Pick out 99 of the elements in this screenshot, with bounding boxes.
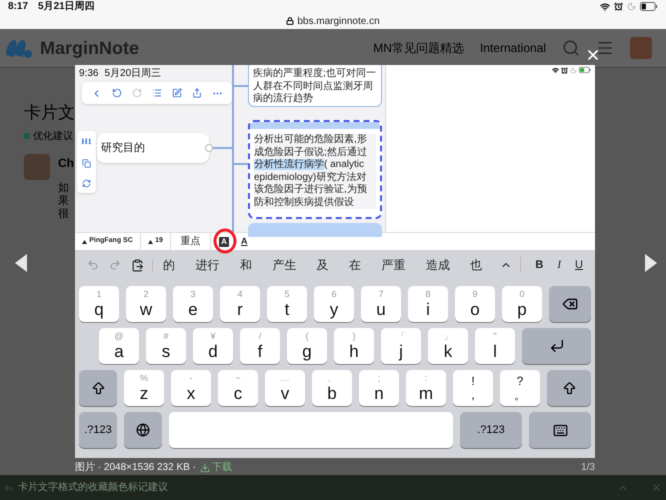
suggestion-word[interactable]: 和 (240, 256, 252, 274)
undo-icon[interactable] (112, 88, 122, 98)
image-info: 图片 · 2048×1536 232 KB · (75, 460, 196, 475)
post-text: 很 (58, 208, 70, 220)
suggestion-word[interactable]: 及 (316, 256, 329, 274)
footer-title[interactable]: 卡片文字格式的收藏颜色标记建议 (18, 480, 168, 495)
keyboard-key[interactable]: 」 k (428, 328, 468, 364)
keyboard-key[interactable]: @ a (99, 328, 139, 364)
url-text[interactable]: bbs.marginnote.cn (297, 14, 380, 28)
highlight-button[interactable]: A (219, 236, 229, 246)
status-time: 8:17 (8, 0, 28, 14)
heading-label[interactable]: H1 (81, 136, 92, 148)
suggestion-word[interactable]: 产生 (272, 256, 296, 274)
caret-icon (82, 240, 88, 244)
battery-icon (640, 2, 658, 11)
keyboard-key[interactable]: ? 。 (500, 370, 540, 406)
alarm-icon (614, 2, 623, 11)
next-arrow-icon[interactable] (645, 254, 657, 272)
topic-title: 卡片文 (24, 102, 75, 124)
mode-key[interactable]: .?123 (79, 412, 117, 448)
wifi-icon (552, 67, 559, 74)
moon-icon (570, 67, 577, 74)
suggestion-word[interactable]: 造成 (426, 256, 450, 274)
delete-key[interactable] (549, 286, 591, 322)
globe-icon (136, 423, 150, 437)
avatar-photo (24, 154, 50, 180)
root-node[interactable]: 研究目的 (97, 133, 209, 163)
list-icon[interactable] (152, 88, 162, 98)
moon-icon (627, 2, 636, 11)
author-name: Ch (58, 154, 74, 172)
keyboard-key[interactable]: # s (146, 328, 186, 364)
shift-key[interactable] (79, 370, 117, 406)
keyboard-icon (552, 422, 568, 438)
keyboard-key[interactable]: : m (406, 370, 446, 406)
suggestion-word[interactable]: 的 (163, 256, 176, 274)
previous-arrow-icon[interactable] (15, 254, 27, 272)
keyboard-key[interactable]: 1 q (79, 286, 119, 322)
keyboard-key[interactable]: ; n (359, 370, 399, 406)
format-toggle[interactable]: I (557, 256, 562, 274)
keyboard-key[interactable]: 8 i (408, 286, 448, 322)
keyboard-key[interactable]: ( g (287, 328, 327, 364)
format-toggle[interactable]: U (575, 256, 583, 274)
post-text: 如 (58, 182, 70, 194)
keyboard-key[interactable]: ) h (334, 328, 374, 364)
keyboard-key[interactable]: " l (475, 328, 515, 364)
card-text: 分析出可能的危险因素,形成危险因子假说;然后通过 分析性流行病学( analytic epidemiology)研究方法对该危险因子进行验证,为预防和控制疾病提供假设 (254, 134, 376, 209)
shift-key[interactable] (547, 370, 591, 406)
edit-icon[interactable] (172, 88, 182, 98)
suggestion-word[interactable]: 在 (349, 256, 362, 274)
keyboard-key[interactable]: … v (265, 370, 305, 406)
shift-icon (90, 380, 106, 396)
copy-icon[interactable] (82, 158, 91, 168)
category-square (24, 133, 30, 139)
keyboard-key[interactable]: 6 y (314, 286, 354, 322)
keyboard-key[interactable]: / f (240, 328, 280, 364)
keyboard-key[interactable]: 3 e (173, 286, 213, 322)
keyboard-key[interactable]: - x (171, 370, 211, 406)
status-date: 5月21日周四 (38, 0, 95, 14)
shift-icon (562, 380, 576, 396)
suggestion-word[interactable]: 也 (470, 256, 482, 274)
keyboard-key[interactable]: ! ， (453, 370, 493, 406)
alarm-icon (561, 67, 568, 74)
hide-keyboard-key[interactable] (529, 412, 591, 448)
post-text: 果 (58, 194, 70, 208)
note-card[interactable]: 分析出可能的危险因素,形成危险因子假说;然后通过 分析性流行病学( analytic epidemiology)研究方法对该危险因子进行验证,为预防和控制疾病提供假设 (248, 120, 382, 219)
keyboard-key[interactable]: 2 w (126, 286, 166, 322)
globe-key[interactable] (124, 412, 162, 448)
screenshot-time: 9:36 (79, 67, 98, 81)
caret-icon (148, 240, 154, 244)
suggestion-word[interactable]: 严重 (381, 256, 406, 274)
keyboard-key[interactable]: 9 o (455, 286, 495, 322)
return-icon (548, 338, 564, 354)
node-handle-icon (205, 144, 213, 152)
keyboard-key[interactable]: 7 u (361, 286, 401, 322)
refresh-icon[interactable] (82, 178, 91, 188)
lock-icon (286, 17, 294, 25)
download-icon (200, 462, 210, 472)
delete-icon (562, 296, 578, 312)
screenshot-date: 5月20日周三 (104, 67, 162, 81)
keyboard-key[interactable]: % z (124, 370, 164, 406)
keyboard-key[interactable]: 「 j (381, 328, 421, 364)
keyboard-key[interactable]: 4 r (220, 286, 260, 322)
suggestion-word[interactable]: 进行 (196, 256, 220, 274)
mode-key[interactable]: .?123 (460, 412, 522, 448)
keyboard-key[interactable]: 5 t (267, 286, 307, 322)
paste-icon[interactable] (131, 258, 144, 272)
battery-icon (579, 67, 591, 73)
keyboard-key[interactable]: ¥ d (193, 328, 233, 364)
underline-button[interactable]: A (241, 234, 248, 248)
image-counter: 1/3 (581, 461, 595, 475)
format-toggle[interactable]: B (535, 256, 544, 274)
wifi-icon (600, 2, 610, 12)
close-icon[interactable] (585, 47, 601, 63)
keyboard-key[interactable]: 0 p (502, 286, 542, 322)
share-icon[interactable] (192, 88, 202, 98)
keyboard-key[interactable]: 、 b (312, 370, 352, 406)
logo-icon (4, 37, 34, 59)
annotation-circle (213, 228, 237, 254)
keyboard-key[interactable]: ~ c (218, 370, 258, 406)
